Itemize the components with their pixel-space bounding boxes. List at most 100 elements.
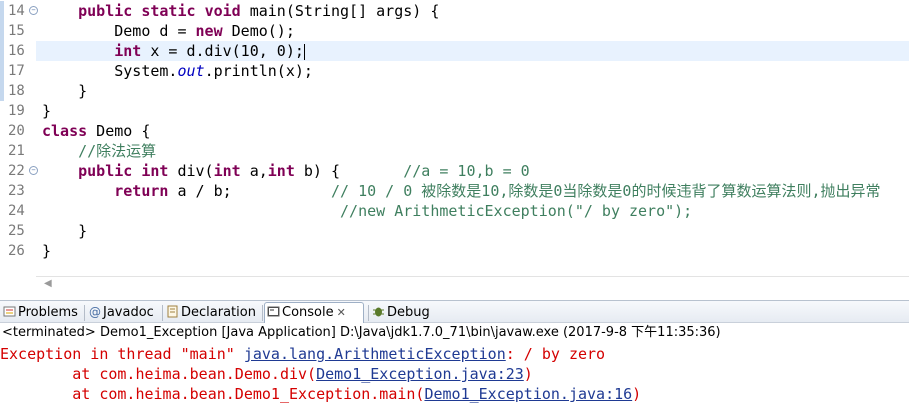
console-status-line: <terminated> Demo1_Exception [Java Appli… xyxy=(0,323,909,343)
javadoc-icon: @ xyxy=(88,305,101,319)
code-token: b) { xyxy=(294,162,404,180)
console-view-tabbar: Problems @ Javadoc Declaration Console ✕ Debug xyxy=(0,300,909,324)
code-token: Demo d = xyxy=(42,22,196,40)
tab-console[interactable]: Console ✕ xyxy=(264,302,364,324)
tab-problems[interactable]: Problems xyxy=(1,303,82,323)
code-token: .println(x); xyxy=(204,62,313,80)
scroll-left-icon[interactable]: ◀ xyxy=(44,278,52,289)
horizontal-scrollbar[interactable]: ◀ xyxy=(36,276,909,290)
output-text: at com.heima.bean.Demo1_Exception.main( xyxy=(0,385,425,403)
code-line[interactable]: class Demo { xyxy=(42,121,150,141)
code-line[interactable]: Demo d = new Demo(); xyxy=(42,21,295,41)
comment-token: //除法运算 xyxy=(78,142,157,160)
code-token: x = d.div(10, 0); xyxy=(141,42,304,60)
code-line[interactable]: return a / b; // 10 / 0 被除数是10,除数是0当除数是0… xyxy=(42,181,881,201)
code-token: } xyxy=(42,242,52,260)
stack-trace-line: at com.heima.bean.Demo1_Exception.main(D… xyxy=(0,384,641,404)
close-icon[interactable]: ✕ xyxy=(337,306,346,319)
code-line[interactable]: //new ArithmeticException("/ by zero"); xyxy=(42,201,692,221)
keyword-token: int xyxy=(114,42,142,60)
keyword-token: static xyxy=(141,2,196,20)
code-line[interactable]: } xyxy=(42,221,87,241)
text-caret xyxy=(303,43,305,60)
source-location-link[interactable]: Demo1_Exception.java:16 xyxy=(424,385,632,403)
code-token: Demo { xyxy=(87,122,151,140)
code-token: div( xyxy=(168,162,214,180)
keyword-token: int xyxy=(267,162,295,180)
quick-diff-marker xyxy=(0,1,4,101)
exception-class-link[interactable]: java.lang.ArithmeticException xyxy=(244,345,506,363)
problems-icon xyxy=(3,305,16,318)
output-text: : / by zero xyxy=(505,345,606,363)
output-text: Exception in thread "main" xyxy=(0,345,244,363)
tab-separator xyxy=(84,305,85,321)
code-line[interactable]: int x = d.div(10, 0); xyxy=(42,41,305,61)
line-number: 21 xyxy=(8,143,25,159)
line-number: 16 xyxy=(8,43,25,59)
code-line[interactable]: } xyxy=(42,241,51,261)
svg-text:@: @ xyxy=(89,305,101,318)
fold-toggle-icon[interactable]: − xyxy=(29,6,38,15)
keyword-token: void xyxy=(204,2,241,20)
code-token: Demo(); xyxy=(222,22,295,40)
code-token: } xyxy=(42,102,52,120)
tab-javadoc[interactable]: @ Javadoc xyxy=(86,303,158,323)
code-line[interactable]: public static void main(String[] args) { xyxy=(42,1,439,21)
tab-declaration[interactable]: Declaration xyxy=(164,303,260,323)
output-text: at com.heima.bean.Demo.div( xyxy=(0,365,317,383)
line-number: 18 xyxy=(8,83,25,99)
code-editor[interactable]: 14−15 16 17 18 19 20 21 22−23 24 25 26 public stat… xyxy=(0,0,909,289)
line-number: 26 xyxy=(8,243,25,259)
code-line[interactable]: public int div(int a,int b) { //a = 10,b… xyxy=(42,161,530,181)
tab-label: Declaration xyxy=(181,305,256,320)
stack-trace-line: at com.heima.bean.Demo.div(Demo1_Excepti… xyxy=(0,364,533,384)
comment-token: // 10 / 0 被除数是10,除数是0当除数是0的时候违背了算数运算法则,抛… xyxy=(331,182,881,200)
declaration-icon xyxy=(166,305,179,318)
debug-icon xyxy=(372,305,385,318)
line-number: 15 xyxy=(8,23,25,39)
field-token: out xyxy=(177,62,205,80)
line-number: 20 xyxy=(8,123,25,139)
keyword-token: return xyxy=(114,182,169,200)
exception-message: Exception in thread "main" java.lang.Ari… xyxy=(0,344,605,364)
tab-separator xyxy=(262,305,263,321)
code-line[interactable]: } xyxy=(42,81,87,101)
code-token: } xyxy=(42,82,88,100)
output-text: ) xyxy=(632,385,642,403)
code-line[interactable]: //除法运算 xyxy=(42,141,156,161)
tab-separator xyxy=(368,305,369,321)
output-text: ) xyxy=(523,365,533,383)
code-token: a, xyxy=(240,162,268,180)
tab-label: Problems xyxy=(18,305,78,320)
keyword-token: public xyxy=(78,2,133,20)
code-line[interactable]: System.out.println(x); xyxy=(42,61,313,81)
line-number: 19 xyxy=(8,103,25,119)
keyword-token: new xyxy=(195,22,223,40)
tab-separator xyxy=(162,305,163,321)
code-token: } xyxy=(42,222,88,240)
source-location-link[interactable]: Demo1_Exception.java:23 xyxy=(316,365,524,383)
console-icon xyxy=(267,305,280,318)
tab-label: Javadoc xyxy=(103,305,154,320)
code-line[interactable]: } xyxy=(42,101,51,121)
line-number: 25 xyxy=(8,223,25,239)
tab-debug[interactable]: Debug xyxy=(370,303,434,323)
keyword-token: int xyxy=(213,162,241,180)
line-number: 24 xyxy=(8,203,25,219)
code-token: System. xyxy=(42,62,178,80)
comment-token: //new ArithmeticException("/ by zero"); xyxy=(340,202,693,220)
line-number: 17 xyxy=(8,63,25,79)
line-number: 23 xyxy=(8,183,25,199)
fold-toggle-icon[interactable]: − xyxy=(29,166,38,175)
code-token: a / b; xyxy=(168,182,331,200)
code-token: main(String[] args) { xyxy=(240,2,440,20)
